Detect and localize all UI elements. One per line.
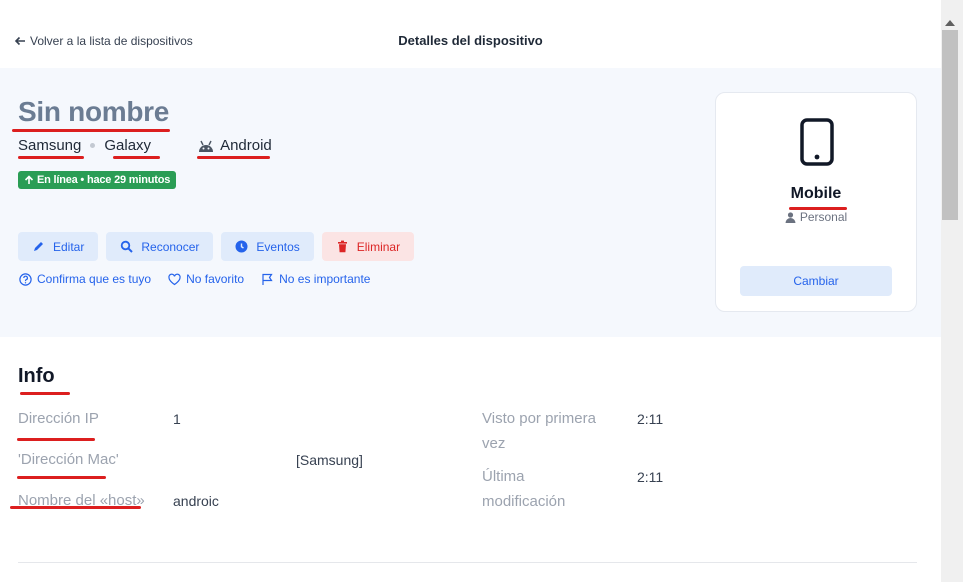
trash-icon	[337, 240, 347, 253]
device-model: Galaxy	[104, 137, 152, 154]
top-bar: Volver a la lista de dispositivos Detall…	[0, 0, 941, 68]
annotation-underline	[113, 156, 160, 159]
device-manufacturer: Samsung	[18, 137, 82, 154]
mac-address-label: 'Dirección Mac'	[18, 451, 119, 468]
recognize-button-label: Reconocer	[141, 239, 200, 254]
annotation-underline	[10, 506, 141, 509]
status-text: En línea • hace 29 minutos	[37, 174, 171, 186]
favorite-toggle[interactable]: No favorito	[168, 272, 244, 286]
mobile-phone-icon	[800, 118, 834, 166]
events-button-label: Eventos	[256, 239, 300, 254]
annotation-underline	[20, 392, 70, 395]
device-owner: Personal	[716, 210, 916, 224]
edit-button[interactable]: Editar	[18, 232, 99, 261]
first-seen-value: 2:11	[637, 411, 664, 427]
first-seen-label-continued: vez	[482, 435, 506, 452]
info-section-title: Info	[18, 365, 55, 387]
device-summary-panel: Sin nombre Samsung Galaxy Android En lín…	[0, 68, 941, 337]
last-modified-value: 2:11	[637, 469, 664, 485]
scroll-up-arrow-icon[interactable]	[945, 20, 955, 26]
arrow-up-icon	[24, 175, 34, 184]
flag-icon	[262, 273, 273, 285]
page-title: Detalles del dispositivo	[398, 33, 543, 48]
last-modified-label: Última	[482, 468, 525, 485]
confirm-ownership-label: Confirma que es tuyo	[37, 272, 152, 286]
device-type-card: Mobile Personal Cambiar	[715, 92, 917, 312]
clock-icon	[235, 240, 248, 253]
pencil-icon	[34, 242, 43, 251]
annotation-underline	[197, 156, 270, 159]
search-icon	[121, 240, 134, 253]
ip-address-label: Dirección IP	[18, 410, 99, 427]
mac-address-value: [Samsung]	[296, 452, 363, 468]
heart-icon	[168, 273, 181, 285]
device-meta-row: Samsung Galaxy Android	[18, 137, 272, 154]
change-type-button[interactable]: Cambiar	[740, 266, 892, 296]
ip-address-value: 1	[173, 411, 181, 427]
online-status-badge: En línea • hace 29 minutos	[18, 171, 177, 189]
delete-button[interactable]: Eliminar	[321, 232, 415, 261]
hostname-value: androic	[173, 493, 219, 509]
device-os: Android	[220, 137, 272, 154]
device-name: Sin nombre	[18, 96, 170, 127]
first-seen-label: Visto por primera	[482, 410, 596, 427]
events-button[interactable]: Eventos	[221, 232, 314, 261]
device-type-label: Mobile	[790, 185, 842, 202]
annotation-underline	[17, 438, 95, 441]
important-toggle[interactable]: No es importante	[261, 272, 370, 286]
user-icon	[785, 211, 796, 223]
device-owner-label: Personal	[799, 210, 848, 224]
last-modified-label-continued: modificación	[482, 493, 566, 510]
edit-button-label: Editar	[53, 239, 85, 254]
annotation-underline	[12, 129, 170, 132]
vertical-scrollbar[interactable]	[941, 0, 963, 582]
section-divider	[18, 562, 917, 563]
recognize-button[interactable]: Reconocer	[106, 232, 214, 261]
question-circle-icon	[19, 272, 32, 286]
annotation-underline	[17, 476, 106, 479]
separator-dot	[90, 143, 96, 148]
important-toggle-label: No es importante	[279, 272, 371, 286]
delete-button-label: Eliminar	[356, 239, 401, 254]
annotation-underline	[789, 207, 847, 210]
scrollbar-thumb[interactable]	[942, 30, 958, 220]
annotation-underline	[18, 156, 84, 159]
device-flags: Confirma que es tuyo No favorito No es i…	[19, 272, 370, 286]
device-actions: Editar Reconocer Eventos Eliminar	[18, 232, 415, 261]
confirm-ownership-link[interactable]: Confirma que es tuyo	[19, 272, 151, 286]
favorite-toggle-label: No favorito	[186, 272, 245, 286]
android-icon	[199, 140, 214, 152]
